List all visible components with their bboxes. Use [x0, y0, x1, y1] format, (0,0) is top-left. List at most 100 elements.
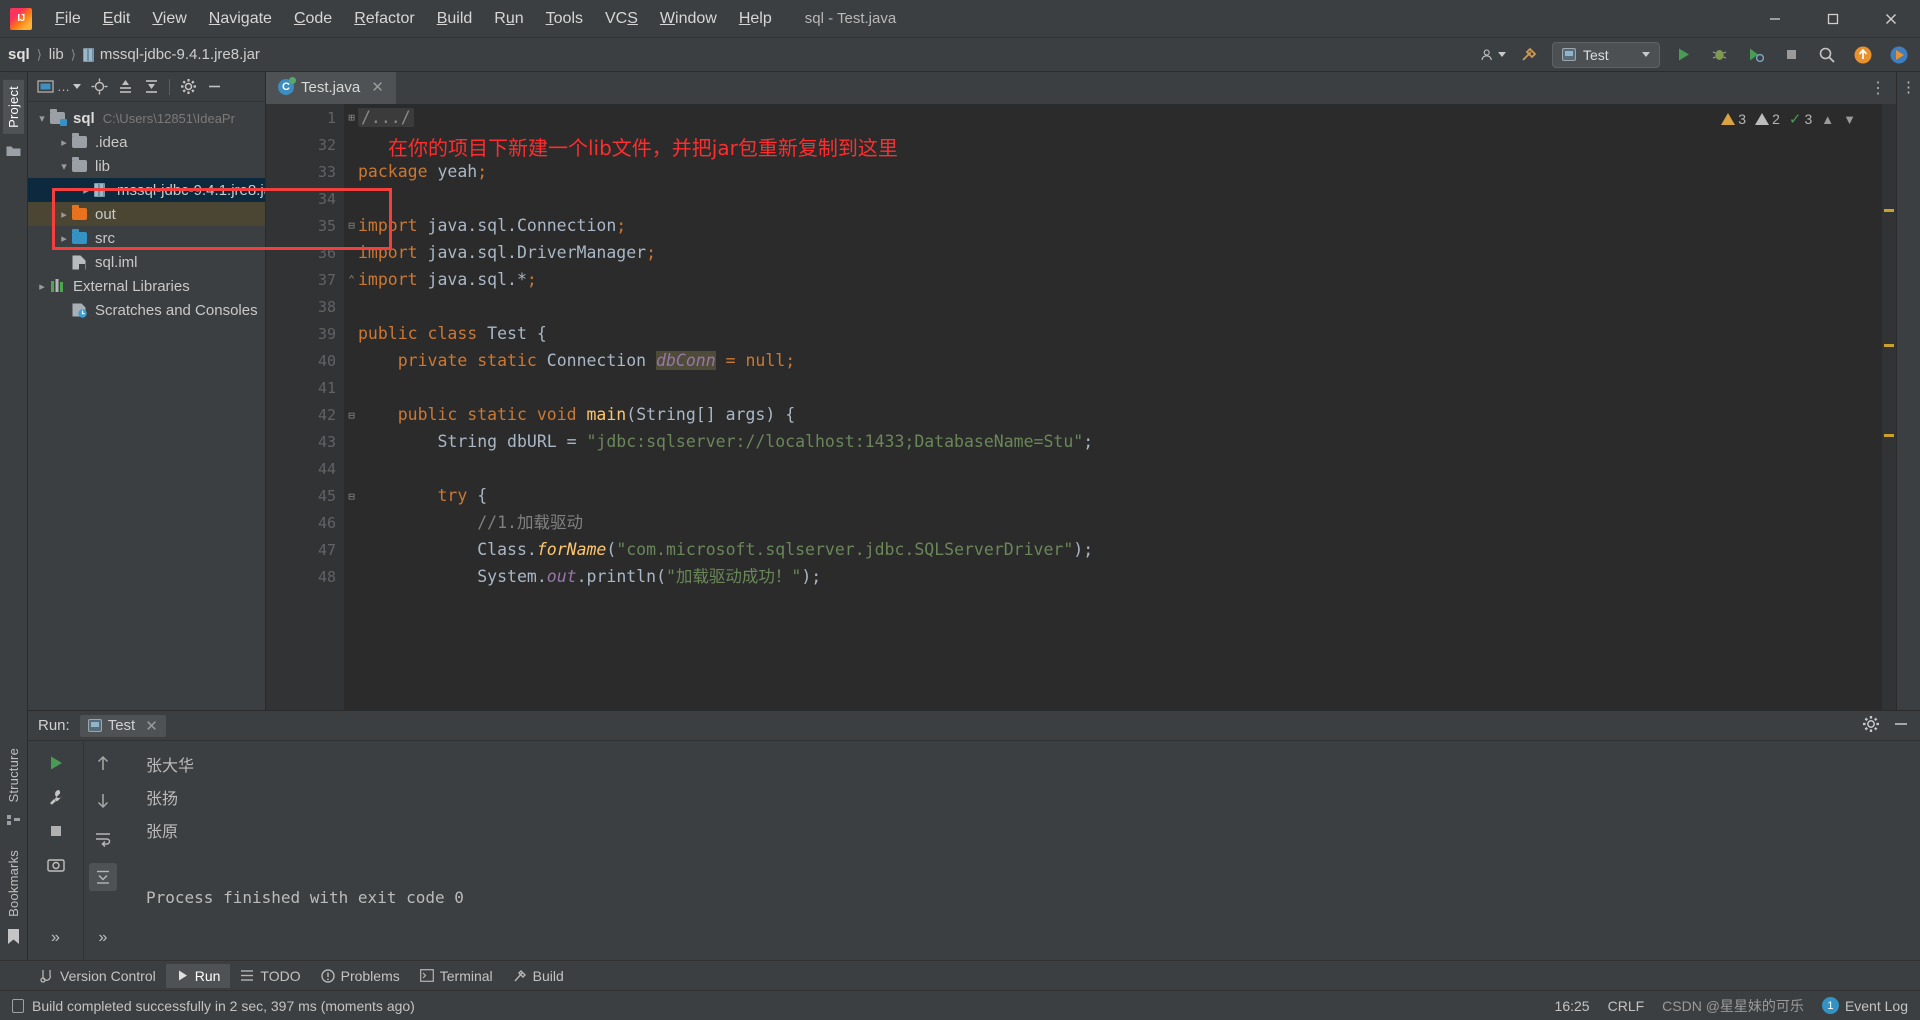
scroll-to-end-icon[interactable]: [89, 863, 117, 891]
run-with-coverage-icon[interactable]: [1742, 42, 1768, 68]
update-project-icon[interactable]: [1850, 42, 1876, 68]
fold-collapse-icon[interactable]: ⊟: [346, 220, 357, 231]
breadcrumb-item-lib[interactable]: lib: [49, 46, 64, 63]
code-line-45: try {: [344, 482, 1896, 509]
hide-panel-icon[interactable]: [203, 76, 225, 98]
bottom-tab-todo[interactable]: TODO: [230, 964, 310, 988]
menu-window[interactable]: Window: [649, 6, 728, 32]
bottom-tab-version-control[interactable]: Version Control: [30, 964, 166, 988]
run-configuration-selector[interactable]: Test: [1552, 42, 1660, 68]
stop-icon[interactable]: [1778, 42, 1804, 68]
tree-row-lib[interactable]: ▾ lib: [28, 154, 265, 178]
fold-collapse-icon[interactable]: ⊟: [346, 491, 357, 502]
tree-row-idea[interactable]: ▸ .idea: [28, 130, 265, 154]
tool-window-tab-bookmarks[interactable]: Bookmarks: [3, 844, 24, 923]
run-icon[interactable]: [1670, 42, 1696, 68]
editor-tab-test-java[interactable]: C Test.java ✕: [266, 72, 396, 104]
tool-window-tab-project[interactable]: Project: [3, 80, 24, 134]
more-icon[interactable]: »: [89, 924, 117, 952]
bottom-tab-terminal[interactable]: Terminal: [410, 964, 503, 988]
expand-all-icon[interactable]: [114, 76, 136, 98]
close-button[interactable]: [1862, 0, 1920, 38]
menu-code[interactable]: Code: [283, 6, 343, 32]
bottom-tab-problems[interactable]: Problems: [311, 964, 410, 988]
weak-warning-triangle-icon: [1755, 113, 1769, 125]
fold-end-icon[interactable]: ⌃: [346, 274, 357, 285]
stop-icon[interactable]: [42, 817, 70, 845]
run-console-output[interactable]: 张大华 张扬 张原 Process finished with exit cod…: [122, 741, 1920, 960]
close-icon[interactable]: ✕: [371, 78, 384, 96]
chevron-right-icon[interactable]: ▸: [34, 280, 50, 293]
code-line-37: import java.sql.*;: [344, 266, 1896, 293]
chevron-right-icon[interactable]: ▸: [56, 208, 72, 221]
tool-window-tab-structure[interactable]: Structure: [3, 742, 24, 809]
search-icon[interactable]: [1814, 42, 1840, 68]
chevron-down-icon[interactable]: ▼: [1843, 112, 1856, 127]
chevron-right-icon[interactable]: ▸: [56, 136, 72, 149]
soft-wrap-icon[interactable]: [89, 825, 117, 853]
project-view-selector-icon[interactable]: …: [34, 76, 84, 98]
menu-edit[interactable]: Edit: [92, 6, 142, 32]
menu-help[interactable]: Help: [728, 6, 783, 32]
menu-view[interactable]: View: [141, 6, 197, 32]
minimize-button[interactable]: [1746, 0, 1804, 38]
locate-icon[interactable]: [88, 76, 110, 98]
fold-collapse-icon[interactable]: ⊟: [346, 410, 357, 421]
tree-row-sql-iml[interactable]: sql.iml: [28, 250, 265, 274]
line-separator-indicator[interactable]: CRLF: [1608, 998, 1645, 1014]
chevron-right-icon[interactable]: ▸: [78, 184, 94, 197]
chevron-down-icon: [1642, 52, 1650, 57]
menu-bar: File Edit View Navigate Code Refactor Bu…: [44, 6, 783, 32]
warning-badge[interactable]: 3: [1721, 111, 1746, 127]
hammer-build-icon[interactable]: [1516, 42, 1542, 68]
tree-row-external-libraries[interactable]: ▸ External Libraries: [28, 274, 265, 298]
run-panel-tab[interactable]: Test ✕: [80, 715, 166, 737]
bottom-tab-run[interactable]: Run: [166, 964, 231, 988]
gutter-line: 47: [266, 536, 344, 563]
chevron-down-icon[interactable]: ▾: [34, 112, 50, 125]
inspection-widget[interactable]: 3 2 ✓ 3 ▲ ▼: [1721, 110, 1856, 128]
ok-badge[interactable]: ✓ 3: [1789, 110, 1812, 128]
menu-navigate[interactable]: Navigate: [198, 6, 283, 32]
event-log-button[interactable]: 1 Event Log: [1822, 997, 1908, 1014]
fold-expand-icon[interactable]: ⊞: [346, 112, 357, 123]
tree-row-sql[interactable]: ▾ sql C:\Users\12851\IdeaPr: [28, 106, 265, 130]
weak-warning-badge[interactable]: 2: [1755, 111, 1780, 127]
chevron-up-icon[interactable]: ▲: [1821, 112, 1834, 127]
menu-refactor[interactable]: Refactor: [343, 6, 425, 32]
bottom-tab-build[interactable]: Build: [503, 964, 574, 988]
down-icon[interactable]: [89, 787, 117, 815]
menu-vcs[interactable]: VCS: [594, 6, 649, 32]
menu-build[interactable]: Build: [426, 6, 484, 32]
hide-panel-icon[interactable]: [1892, 715, 1910, 737]
rerun-icon[interactable]: [42, 749, 70, 777]
menu-tools[interactable]: Tools: [535, 6, 594, 32]
menu-file[interactable]: File: [44, 6, 92, 32]
wrench-icon[interactable]: [42, 783, 70, 811]
tree-row-out[interactable]: ▸ out: [28, 202, 265, 226]
editor-tab-overflow[interactable]: ⋮: [1870, 72, 1896, 104]
maximize-button[interactable]: [1804, 0, 1862, 38]
up-icon[interactable]: [89, 749, 117, 777]
gutter-line: 45: [266, 482, 344, 509]
chevron-down-icon[interactable]: ▾: [56, 160, 72, 173]
more-tool-windows-icon[interactable]: ⋮: [1901, 78, 1916, 96]
breadcrumb-item-sql[interactable]: sql: [8, 46, 30, 63]
tree-row-jar[interactable]: ▸ mssql-jdbc-9.4.1.jre8.jar: [28, 178, 265, 202]
camera-icon[interactable]: [42, 851, 70, 879]
chevron-right-icon[interactable]: ▸: [56, 232, 72, 245]
breadcrumb-item-jar[interactable]: mssql-jdbc-9.4.1.jre8.jar: [100, 46, 260, 63]
avatar-dropdown-icon[interactable]: [1480, 42, 1506, 68]
ide-settings-icon[interactable]: [1886, 42, 1912, 68]
folded-region[interactable]: /.../: [358, 108, 414, 127]
more-icon[interactable]: »: [42, 924, 70, 952]
menu-run[interactable]: Run: [483, 6, 534, 32]
line-number: 36: [318, 244, 336, 262]
debug-icon[interactable]: [1706, 42, 1732, 68]
settings-gear-icon[interactable]: [177, 76, 199, 98]
tree-row-scratches[interactable]: Scratches and Consoles: [28, 298, 265, 322]
settings-gear-icon[interactable]: [1862, 715, 1880, 737]
collapse-all-icon[interactable]: [140, 76, 162, 98]
tree-row-src[interactable]: ▸ src: [28, 226, 265, 250]
close-icon[interactable]: ✕: [145, 717, 158, 735]
